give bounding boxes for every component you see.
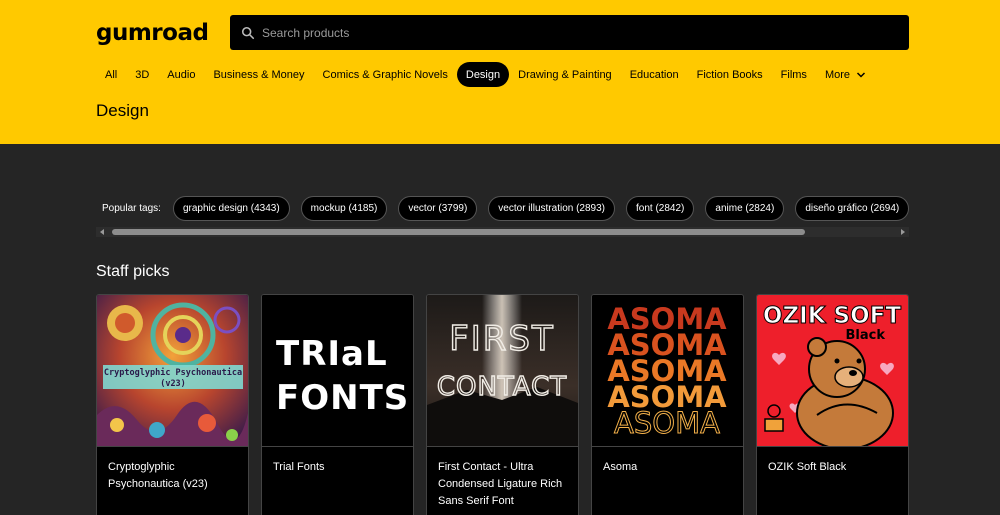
tag-mockup[interactable]: mockup (4185) bbox=[300, 196, 388, 221]
category-films[interactable]: Films bbox=[772, 62, 816, 87]
thumb-text-asoma-5: ASOMA bbox=[614, 406, 720, 440]
tags-scrollbar[interactable] bbox=[96, 227, 909, 237]
category-all[interactable]: All bbox=[96, 62, 126, 87]
search-bar[interactable] bbox=[230, 15, 909, 50]
tag-vector[interactable]: vector (3799) bbox=[398, 196, 478, 221]
gumroad-logo[interactable]: gumroad bbox=[96, 20, 209, 46]
category-business-money[interactable]: Business & Money bbox=[204, 62, 313, 87]
product-card[interactable]: ASOMA ASOMA ASOMA ASOMA ASOMA Asoma bbox=[591, 294, 744, 515]
page-title: Design bbox=[96, 101, 149, 120]
product-thumbnail[interactable]: FIRST CONTACT bbox=[427, 295, 578, 447]
search-icon bbox=[241, 26, 255, 39]
scrollbar-thumb[interactable] bbox=[112, 229, 805, 235]
product-thumbnail[interactable]: TRIaL FONTS bbox=[262, 295, 413, 447]
category-drawing-painting[interactable]: Drawing & Painting bbox=[509, 62, 621, 87]
thumb-text-first: FIRST bbox=[449, 319, 555, 359]
tag-vector-illustration[interactable]: vector illustration (2893) bbox=[488, 196, 616, 221]
thumb-text-ozik-soft: OZIK SOFT bbox=[763, 303, 901, 329]
category-education[interactable]: Education bbox=[621, 62, 688, 87]
search-input[interactable] bbox=[262, 25, 909, 40]
product-thumbnail[interactable]: OZIK SOFT Black bbox=[757, 295, 908, 447]
product-card[interactable]: TRIaL FONTS Trial Fonts bbox=[261, 294, 414, 515]
chevron-down-icon bbox=[856, 71, 866, 78]
category-comics-graphic-novels[interactable]: Comics & Graphic Novels bbox=[314, 62, 457, 87]
product-name[interactable]: Cryptoglyphic Psychonautica (v23) bbox=[97, 447, 248, 493]
thumb-title-line-2: (v23) bbox=[160, 379, 186, 389]
product-name[interactable]: Asoma bbox=[592, 447, 743, 476]
product-card[interactable]: OZIK SOFT Black OZIK Soft Black bbox=[756, 294, 909, 515]
product-name[interactable]: First Contact - Ultra Condensed Ligature… bbox=[427, 447, 578, 510]
tag-anime[interactable]: anime (2824) bbox=[705, 196, 785, 221]
staff-picks-grid: Cryptoglyphic Psychonautica (v23) Crypto… bbox=[96, 294, 909, 515]
product-name[interactable]: Trial Fonts bbox=[262, 447, 413, 476]
header: gumroad All 3D Audio Business & Money Co… bbox=[0, 0, 1000, 144]
popular-tags: Popular tags: graphic design (4343) mock… bbox=[96, 196, 909, 221]
tag-diseno-grafico[interactable]: diseño gráfico (2694) bbox=[795, 196, 909, 221]
product-thumbnail[interactable]: Cryptoglyphic Psychonautica (v23) bbox=[97, 295, 248, 447]
product-card[interactable]: FIRST CONTACT First Contact - Ultra Cond… bbox=[426, 294, 579, 515]
thumb-text-trial: TRIaL bbox=[276, 334, 388, 374]
popular-tags-label: Popular tags: bbox=[102, 203, 161, 214]
staff-picks-title: Staff picks bbox=[96, 263, 170, 280]
tag-graphic-design[interactable]: graphic design (4343) bbox=[172, 196, 290, 221]
tag-font[interactable]: font (2842) bbox=[626, 196, 695, 221]
scroll-right-arrow-icon[interactable] bbox=[899, 228, 907, 236]
category-3d[interactable]: 3D bbox=[126, 62, 158, 87]
category-design[interactable]: Design bbox=[456, 62, 510, 87]
category-fiction-books[interactable]: Fiction Books bbox=[688, 62, 772, 87]
more-label: More bbox=[824, 68, 850, 81]
category-more-button[interactable]: More bbox=[816, 62, 875, 87]
product-card[interactable]: Cryptoglyphic Psychonautica (v23) Crypto… bbox=[96, 294, 249, 515]
thumb-text-black: Black bbox=[846, 328, 886, 343]
scroll-left-arrow-icon[interactable] bbox=[98, 228, 106, 236]
product-name[interactable]: OZIK Soft Black bbox=[757, 447, 908, 476]
thumb-title-line-1: Cryptoglyphic Psychonautica bbox=[104, 367, 242, 378]
product-thumbnail[interactable]: ASOMA ASOMA ASOMA ASOMA ASOMA bbox=[592, 295, 743, 447]
category-audio[interactable]: Audio bbox=[158, 62, 204, 87]
category-nav: All 3D Audio Business & Money Comics & G… bbox=[96, 62, 875, 87]
thumb-text-contact: CONTACT bbox=[437, 372, 567, 402]
thumb-text-fonts: FONTS bbox=[276, 378, 409, 418]
